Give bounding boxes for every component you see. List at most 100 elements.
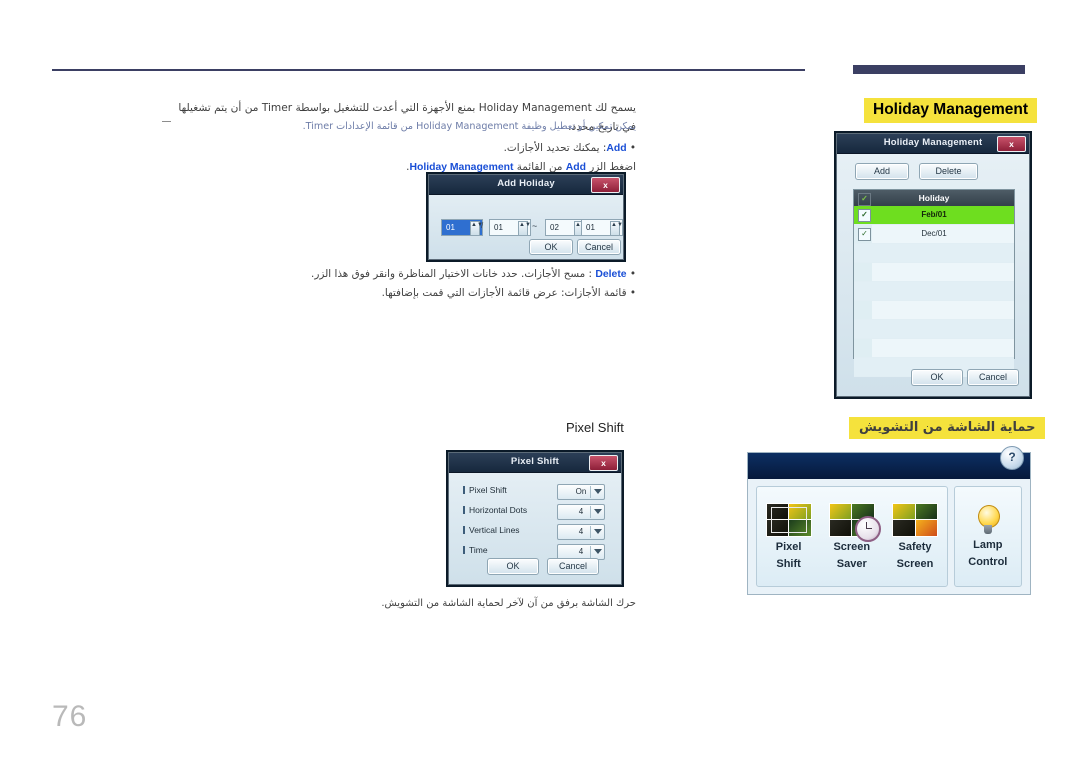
bullet-list-desc: قائمة الأجازات: عرض قائمة الأجازات التي … <box>381 287 627 299</box>
bullet-add: • Add: يمكنك تحديد الأجازات. <box>176 139 636 158</box>
table-row-empty[interactable] <box>854 320 1014 339</box>
combo-value: 4 <box>578 527 584 536</box>
tile-label-line2: Shift <box>776 557 801 570</box>
safety-screen-icon <box>892 502 938 537</box>
tile-label-line1: Safety <box>898 540 932 553</box>
cancel-button[interactable]: Cancel <box>577 239 621 255</box>
bullet-add-keyword: Add <box>606 143 627 154</box>
close-icon[interactable]: x <box>589 455 618 471</box>
caption-safety-screen: حرك الشاشة برفق من آن لآخر لحماية الشاشة… <box>381 598 636 609</box>
bullet-delete-desc: : مسح الأجازات. حدد خانات الاختيار المنا… <box>311 268 593 280</box>
start-day-stepper[interactable]: 01 ▲▼ <box>489 219 531 236</box>
holiday-management-titlebar: Holiday Management x <box>837 134 1029 154</box>
label-pixel-shift: Pixel Shift <box>566 420 624 435</box>
ok-button[interactable]: OK <box>529 239 573 255</box>
pixel-shift-titlebar: Pixel Shift x <box>449 453 621 473</box>
tile-pixel-shift[interactable]: Pixel Shift <box>758 502 820 571</box>
page-number: 76 <box>52 700 88 733</box>
cancel-button[interactable]: Cancel <box>967 369 1019 386</box>
spinner-arrows-icon[interactable]: ▲▼ <box>610 221 623 236</box>
add-holiday-dialog: Add Holiday x 01 ▲▼ / 01 ▲▼ ~ 02 ▲▼ / 01… <box>428 174 624 260</box>
label-text: Time <box>469 545 488 555</box>
select-all-checkbox[interactable]: ✓ <box>858 193 871 206</box>
lightbulb-icon <box>975 504 1001 535</box>
chevron-down-icon[interactable] <box>594 509 602 514</box>
header-rule-left <box>52 69 805 71</box>
pixel-shift-dialog: Pixel Shift x Pixel Shift On Horizontal … <box>448 452 622 585</box>
tile-label-line1: Screen <box>833 540 871 553</box>
ok-button[interactable]: OK <box>487 558 539 575</box>
holiday-list-header: ✓ Holiday <box>854 190 1014 206</box>
combo-value: 4 <box>578 547 584 556</box>
chevron-down-icon[interactable] <box>594 529 602 534</box>
note-paragraph: يمكن تمكين أو تعطيل وظيفة Holiday Manage… <box>162 118 636 136</box>
table-row[interactable]: ✓ Feb/01 <box>854 206 1014 225</box>
chevron-down-icon[interactable] <box>594 489 602 494</box>
bullet-delete-marker: • <box>626 268 636 280</box>
end-day-stepper[interactable]: 01 ▲▼ <box>581 219 623 236</box>
bullet-add-desc: يمكنك تحديد الأجازات. <box>503 142 600 154</box>
bullet-bar-icon <box>463 506 465 514</box>
tile-screen-saver[interactable]: Screen Saver <box>821 502 883 571</box>
label-text: Pixel Shift <box>469 485 507 495</box>
bullet-group-delete: • Delete : مسح الأجازات. حدد خانات الاخت… <box>176 265 636 303</box>
start-slash: / <box>481 221 484 230</box>
bullet-add-marker: • <box>626 142 636 154</box>
table-row-empty[interactable] <box>854 282 1014 301</box>
cancel-button[interactable]: Cancel <box>547 558 599 575</box>
header-rule-right <box>853 65 1025 74</box>
row-label-time: Time <box>463 545 488 555</box>
bullet-delete-keyword: Delete <box>595 269 627 280</box>
close-icon[interactable]: x <box>997 136 1026 152</box>
table-row-empty[interactable] <box>854 244 1014 263</box>
chevron-down-icon[interactable] <box>594 549 602 554</box>
add-holiday-body: 01 ▲▼ / 01 ▲▼ ~ 02 ▲▼ / 01 ▲▼ OK Cancel <box>429 195 623 259</box>
screen-saver-icon <box>828 502 881 542</box>
holiday-management-dialog: Holiday Management x Add Delete ✓ Holida… <box>836 133 1030 397</box>
combo-divider <box>590 526 591 538</box>
combo-pixel-shift[interactable]: On <box>557 484 605 500</box>
delete-button[interactable]: Delete <box>919 163 978 180</box>
note-text: يمكن تمكين أو تعطيل وظيفة Holiday Manage… <box>302 121 636 132</box>
row-checkbox[interactable]: ✓ <box>858 209 871 222</box>
lamp-control-group[interactable]: Lamp Control <box>953 486 1022 587</box>
table-row-empty[interactable] <box>854 263 1014 282</box>
close-icon[interactable]: x <box>591 177 620 193</box>
bullet-add-sub-pre: اضغط الزر <box>589 161 636 173</box>
table-row-empty[interactable] <box>854 339 1014 358</box>
bullet-list: • قائمة الأجازات: عرض قائمة الأجازات الت… <box>176 284 636 303</box>
spinner-arrows-icon[interactable]: ▲▼ <box>518 221 531 236</box>
end-day-value: 01 <box>586 223 595 232</box>
clock-icon <box>854 515 881 542</box>
ok-button[interactable]: OK <box>911 369 963 386</box>
tile-lamp-control[interactable]: Lamp Control <box>957 504 1019 569</box>
table-row[interactable]: ✓ Dec/01 <box>854 225 1014 244</box>
tile-label-line2: Saver <box>836 557 867 570</box>
end-month-value: 02 <box>550 223 559 232</box>
combo-horizontal-dots[interactable]: 4 <box>557 504 605 520</box>
spinner-arrows-icon[interactable]: ▲▼ <box>470 221 483 236</box>
combo-vertical-lines[interactable]: 4 <box>557 524 605 540</box>
bullet-group-add: • Add: يمكنك تحديد الأجازات. اضغط الزر A… <box>176 139 636 177</box>
combo-divider <box>590 506 591 518</box>
note-dash-icon <box>162 121 171 122</box>
section-title-holiday-management: Holiday Management <box>864 98 1038 123</box>
bullet-add-sub-keyword-add: Add <box>565 162 586 173</box>
combo-value: 4 <box>578 507 584 516</box>
combo-divider <box>590 546 591 558</box>
row-label-vertical-lines: Vertical Lines <box>463 525 520 535</box>
row-label-pixel-shift: Pixel Shift <box>463 485 507 495</box>
tile-label-line2: Screen <box>896 557 934 570</box>
tile-safety-screen[interactable]: Safety Screen <box>884 502 946 571</box>
bullet-bar-icon <box>463 546 465 554</box>
tile-label-line1: Pixel <box>775 540 802 553</box>
holiday-list[interactable]: ✓ Holiday ✓ Feb/01 ✓ Dec/01 <box>853 189 1015 377</box>
add-holiday-titlebar: Add Holiday x <box>429 175 623 195</box>
row-checkbox[interactable]: ✓ <box>858 228 871 241</box>
table-row-empty[interactable] <box>854 301 1014 320</box>
row-label-horizontal-dots: Horizontal Dots <box>463 505 527 515</box>
start-month-stepper[interactable]: 01 ▲▼ <box>441 219 483 236</box>
help-icon[interactable]: ? <box>1000 446 1024 470</box>
start-month-value: 01 <box>446 223 455 232</box>
add-button[interactable]: Add <box>855 163 909 180</box>
